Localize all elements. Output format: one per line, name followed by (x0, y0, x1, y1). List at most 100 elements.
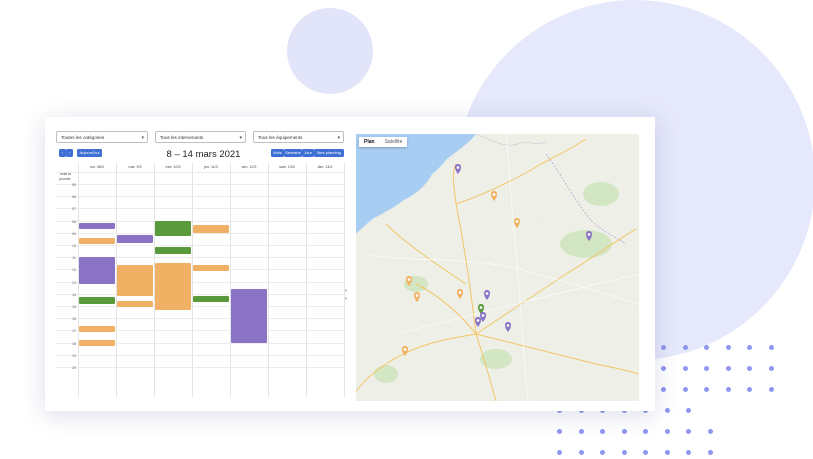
view-month-button[interactable]: Mois (271, 149, 284, 157)
hour-label: 17 (72, 329, 76, 334)
decor-dot (686, 429, 691, 434)
calendar-event[interactable] (117, 264, 153, 297)
hour-label: 14 (72, 292, 76, 297)
allday-label: Toute la journée (59, 172, 71, 181)
map-pin-dot (485, 292, 489, 295)
decor-dot (747, 366, 752, 371)
decor-dot (704, 366, 709, 371)
decor-dot (664, 408, 670, 413)
grid-column-line (230, 163, 231, 397)
view-day-button[interactable]: Jour (302, 149, 314, 157)
grid-row-line (56, 220, 344, 222)
decor-dot (643, 450, 648, 455)
week-grid: Toute la journée lun. 08/3 mar. 9/3 mer. 1… (56, 163, 345, 397)
category-select-value: Toutes les catégories (61, 135, 105, 140)
calendar-event[interactable] (79, 340, 115, 347)
decor-dot (707, 429, 713, 434)
day-header[interactable]: jeu. 11/3 (192, 163, 230, 172)
hour-label: 19 (72, 353, 76, 358)
hour-label: 12 (72, 268, 76, 273)
day-header[interactable]: mar. 9/3 (116, 163, 154, 172)
decor-dot (643, 429, 648, 434)
hour-label: 13 (72, 280, 76, 285)
grid-row-line (56, 172, 344, 173)
calendar-event[interactable] (155, 247, 191, 254)
decor-dot (768, 387, 774, 392)
map-panel[interactable]: · · · · Plan Satellite (356, 134, 639, 401)
calendar-event[interactable] (117, 301, 153, 308)
svg-text:·: · (506, 151, 507, 155)
calendar-event[interactable] (79, 237, 115, 244)
decor-dot (768, 366, 774, 371)
decor-dot (664, 450, 670, 455)
map-pin-dot (403, 348, 407, 351)
map-canvas[interactable]: · · · · (356, 134, 639, 401)
week-title: 8 – 14 mars 2021 (166, 149, 241, 160)
grid-column-line (192, 163, 193, 397)
decor-dot (600, 429, 605, 434)
equipement-select[interactable]: Tous les équipements ▾ (253, 131, 344, 143)
map-pin-dot (506, 324, 510, 327)
calendar-event[interactable] (79, 266, 115, 285)
calendar-event[interactable] (193, 296, 229, 303)
map-type-toggle[interactable]: Plan Satellite (359, 137, 408, 147)
today-button[interactable]: Aujourd'hui (77, 149, 102, 157)
chevron-right-icon[interactable]: › (345, 295, 347, 303)
view-planning-button[interactable]: Mes planning (314, 149, 344, 157)
decor-dot (725, 387, 731, 392)
decor-dot (725, 345, 731, 350)
day-header[interactable]: lun. 08/3 (78, 163, 116, 172)
map-pin-dot (515, 220, 519, 223)
calendar-event[interactable] (193, 225, 229, 233)
calendar-event[interactable] (231, 288, 267, 343)
grid-column-line (344, 163, 345, 397)
svg-text:·: · (561, 171, 562, 175)
calendar-event[interactable] (155, 220, 191, 237)
decor-dot (557, 429, 562, 434)
calendar-event[interactable] (117, 235, 153, 243)
grid-row-line (56, 318, 344, 320)
day-header[interactable]: sam. 13/3 (268, 163, 306, 172)
calendar-event[interactable] (193, 264, 229, 271)
svg-text:·: · (536, 221, 537, 225)
category-select[interactable]: Toutes les catégories ▾ (56, 131, 148, 143)
hour-label: 09 (72, 231, 76, 236)
hour-label: 15 (72, 305, 76, 309)
decor-dot (725, 366, 731, 371)
intervenant-select-value: Tous les intervenants (160, 135, 204, 140)
grid-row-line (56, 232, 344, 234)
map-pin-dot (481, 314, 485, 317)
decor-dot (557, 450, 562, 455)
hour-label: 06 (72, 195, 76, 200)
app-card: Toutes les catégories ▾ Tous les interven… (45, 117, 655, 411)
equipement-select-value: Tous les équipements (258, 135, 303, 140)
panel-toggle[interactable]: ‹ › (345, 287, 347, 303)
day-header[interactable]: ven. 12/3 (230, 163, 268, 172)
decor-dot (578, 429, 584, 434)
view-week-button[interactable]: Semaine (284, 149, 302, 157)
next-week-button[interactable]: › (66, 149, 73, 157)
map-tab-satellite[interactable]: Satellite (380, 137, 408, 147)
grid-row-line (56, 245, 344, 246)
calendar-event[interactable] (79, 325, 115, 332)
decor-dot (664, 429, 670, 434)
chevron-down-icon: ▾ (141, 135, 144, 141)
intervenant-select[interactable]: Tous les intervenants ▾ (155, 131, 246, 143)
calendar-event[interactable] (79, 223, 115, 230)
chevron-left-icon[interactable]: ‹ (345, 287, 347, 295)
chevron-down-icon: ▾ (239, 135, 242, 141)
prev-week-button[interactable]: ‹ (59, 149, 66, 157)
calendar-event[interactable] (155, 263, 191, 310)
map-tab-plan[interactable]: Plan (359, 137, 380, 147)
grid-row-line (56, 196, 344, 198)
grid-column-line (306, 163, 307, 397)
day-header[interactable]: dim. 14/3 (306, 163, 344, 172)
day-header[interactable]: mer. 10/3 (154, 163, 192, 172)
calendar-event[interactable] (79, 297, 115, 304)
decor-dot (704, 387, 709, 392)
grid-row-line (56, 208, 344, 210)
grid-row-line (56, 184, 344, 185)
decor-dot (600, 450, 605, 455)
hour-label: 08 (72, 219, 76, 224)
map-pin-dot (458, 291, 462, 294)
